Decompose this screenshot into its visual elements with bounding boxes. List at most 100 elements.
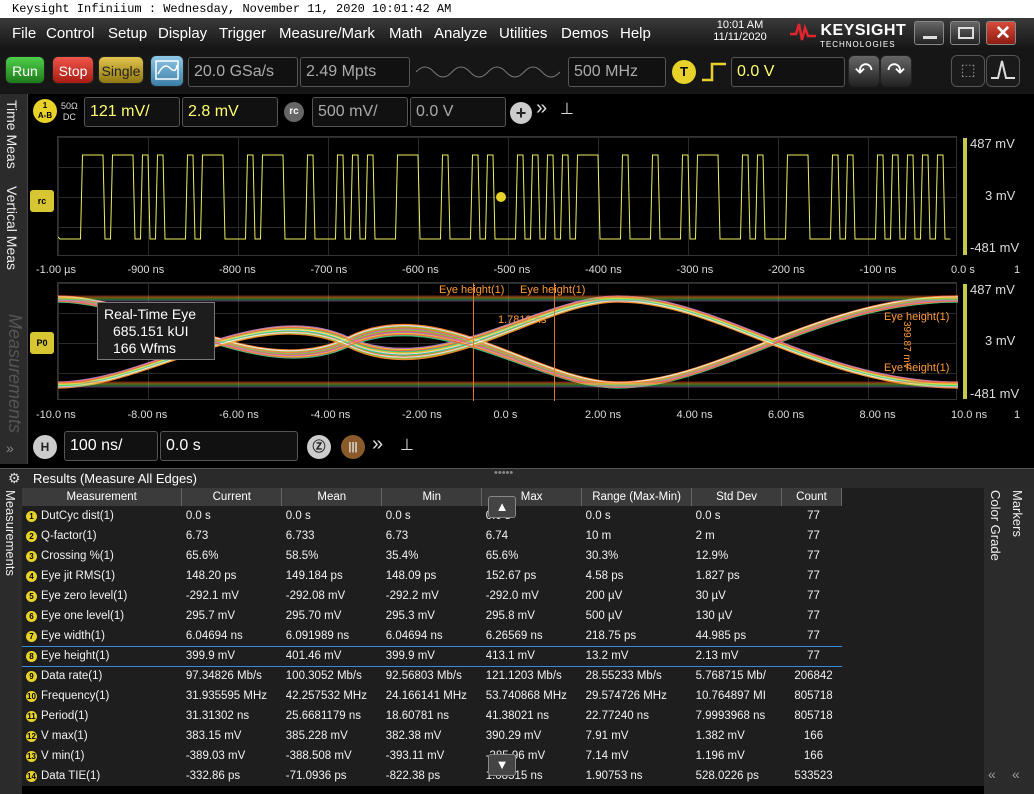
navigate-button[interactable]: |||	[341, 435, 365, 459]
run-button[interactable]: Run	[5, 56, 45, 84]
measurement-name-cell: 11 Period(1)	[22, 706, 182, 726]
single-button[interactable]: Single	[98, 56, 144, 84]
pin-icon[interactable]: ⊥	[560, 99, 574, 119]
undo-button[interactable]: ↶	[848, 55, 880, 87]
zoom-select-button[interactable]: ⬚	[951, 55, 985, 87]
column-header[interactable]: Count	[781, 488, 842, 506]
measurement-value-cell: 1.382 mV	[695, 730, 745, 742]
table-row[interactable]: 6 Eye one level(1) 295.7 mV 295.70 mV 295.3 …	[22, 606, 842, 626]
tab-measurements[interactable]: Measurements	[3, 490, 18, 576]
column-header[interactable]: Std Dev	[691, 488, 783, 506]
measurement-value-cell: 65.6%	[485, 550, 519, 562]
menu-trigger[interactable]: Trigger	[219, 25, 266, 42]
column-header[interactable]: Measurement	[22, 488, 183, 506]
menu-utilities[interactable]: Utilities	[499, 25, 547, 42]
touch-mode-button[interactable]	[986, 55, 1020, 87]
menu-display[interactable]: Display	[158, 25, 207, 42]
expand-horizontal-icon[interactable]: »	[372, 433, 383, 456]
zoom-icon: Ⓩ	[312, 439, 326, 454]
collapse-left-icon[interactable]: «	[988, 766, 996, 782]
measurement-value-cell: 7.14 mV	[585, 750, 629, 762]
rising-edge-icon[interactable]	[700, 60, 728, 84]
menu-help[interactable]: Help	[620, 25, 651, 42]
tab-measurements-watermark[interactable]: Measurements	[4, 314, 25, 433]
rc-scale-field[interactable]: 500 mV/	[312, 97, 408, 127]
column-header[interactable]: Mean	[281, 488, 383, 506]
expand-left-icon[interactable]: »	[6, 440, 14, 456]
column-header[interactable]: Range (Max-Min)	[581, 488, 693, 506]
tab-markers[interactable]: Markers	[1010, 490, 1025, 537]
menu-demos[interactable]: Demos	[561, 25, 609, 42]
rc-badge[interactable]: rc	[284, 102, 304, 122]
upper-channel-marker[interactable]: rc	[30, 190, 54, 212]
drag-handle-icon[interactable]: •••••	[494, 467, 513, 479]
results-gear-icon[interactable]: ⚙	[8, 470, 21, 487]
autoscale-button[interactable]	[150, 55, 184, 87]
measurement-name: Period(1)	[41, 710, 89, 722]
add-channel-button[interactable]: +	[510, 102, 532, 124]
table-row[interactable]: 10 Frequency(1) 31.935595 MHz 42.257532 MHz…	[22, 686, 842, 706]
eye-x-label: -4.00 ns	[310, 409, 351, 421]
table-row[interactable]: 13 V min(1) -389.03 mV -388.508 mV -393.11 m…	[22, 746, 842, 766]
menu-file[interactable]: File	[12, 25, 36, 42]
tab-time-meas[interactable]: Time Meas	[4, 100, 20, 169]
tab-color-grade[interactable]: Color Grade	[988, 490, 1003, 561]
channel-coupling[interactable]: 50Ω DC	[61, 101, 78, 123]
rc-offset-field[interactable]: 0.0 V	[410, 97, 506, 127]
measurement-value-cell: 65.6%	[185, 550, 219, 562]
trigger-badge[interactable]: T	[672, 60, 696, 84]
zoom-button[interactable]: Ⓩ	[307, 435, 331, 459]
expand-more-icon[interactable]: »	[536, 97, 547, 120]
bandwidth-field[interactable]: 500 MHz	[568, 57, 666, 87]
measurement-value-cell: 148.09 ps	[385, 570, 437, 582]
scroll-up-button[interactable]: ▲	[488, 496, 516, 518]
menu-analyze[interactable]: Analyze	[434, 25, 487, 42]
measurement-name-cell: 3 Crossing %(1)	[22, 546, 182, 566]
horizontal-scale-field[interactable]: 100 ns/	[64, 431, 158, 461]
horizontal-position-field[interactable]: 0.0 s	[160, 431, 298, 461]
pin-horizontal-icon[interactable]: ⊥	[400, 435, 414, 455]
chevron-down-icon: ▼	[495, 757, 509, 772]
measurement-value-cell: 77	[807, 610, 820, 622]
waveform-plot[interactable]	[57, 136, 957, 256]
sample-rate-field[interactable]: 20.0 GSa/s	[188, 57, 298, 87]
measurement-value-cell: 29.574726 MHz	[585, 690, 667, 702]
table-row[interactable]: 11 Period(1) 31.31302 ns 25.6681179 ns 18.60…	[22, 706, 842, 726]
column-header[interactable]: Current	[181, 488, 283, 506]
table-row[interactable]: 14 Data TIE(1) -332.86 ps -71.0936 ps -822.3…	[22, 766, 842, 786]
menu-control[interactable]: Control	[46, 25, 94, 42]
maximize-button[interactable]	[950, 21, 980, 45]
menu-setup[interactable]: Setup	[108, 25, 147, 42]
scroll-down-button[interactable]: ▼	[488, 754, 516, 776]
redo-button[interactable]: ↷	[880, 55, 912, 87]
channel-offset-field[interactable]: 2.8 mV	[182, 97, 278, 127]
table-row[interactable]: 8 Eye height(1) 399.9 mV 401.46 mV 399.9 mV 4…	[22, 645, 842, 667]
table-row[interactable]: 9 Data rate(1) 97.34826 Mb/s 100.3052 Mb/s 9…	[22, 666, 842, 686]
memory-depth-field[interactable]: 2.49 Mpts	[300, 57, 410, 87]
measurement-value-cell: 399.9 mV	[381, 645, 482, 667]
column-header[interactable]: Min	[381, 488, 483, 506]
measurement-value-cell: 0.0 s	[695, 510, 721, 522]
minimize-button[interactable]	[914, 21, 944, 45]
menu-measure-mark[interactable]: Measure/Mark	[279, 25, 375, 42]
table-row[interactable]: 1 DutCyc dist(1) 0.0 s 0.0 s 0.0 s 0.0 s 0.0 s…	[22, 506, 842, 526]
collapse-right-icon[interactable]: «	[1012, 766, 1020, 782]
measurement-value-cell: 7.9993968 ns	[695, 710, 766, 722]
close-button[interactable]: ✕	[986, 21, 1016, 45]
stop-button[interactable]: Stop	[52, 56, 94, 84]
measurement-value-cell: 18.60781 ns	[385, 710, 450, 722]
table-row[interactable]: 5 Eye zero level(1) -292.1 mV -292.08 mV -29…	[22, 586, 842, 606]
channel-1-badge[interactable]: 1 A-B	[33, 99, 57, 123]
table-row[interactable]: 12 V max(1) 383.15 mV 385.228 mV 382.38 mV 39…	[22, 726, 842, 746]
table-row[interactable]: 2 Q-factor(1) 6.73 6.733 6.73 6.74 10 m 2 m 77	[22, 526, 842, 546]
table-row[interactable]: 7 Eye width(1) 6.04694 ns 6.091989 ns 6.0469…	[22, 626, 842, 646]
trigger-level-field[interactable]: 0.0 V	[731, 57, 845, 87]
channel-scale-field[interactable]: 121 mV/	[84, 97, 180, 127]
eye-channel-marker[interactable]: P0	[30, 332, 54, 354]
real-time-eye-box[interactable]: Real-Time Eye 685.151 kUI 166 Wfms	[97, 302, 215, 360]
table-row[interactable]: 4 Eye jit RMS(1) 148.20 ps 149.184 ps 148.09…	[22, 566, 842, 586]
horizontal-badge[interactable]: H	[33, 435, 57, 459]
tab-vertical-meas[interactable]: Vertical Meas	[4, 186, 20, 270]
menu-math[interactable]: Math	[389, 25, 422, 42]
table-row[interactable]: 3 Crossing %(1) 65.6% 58.5% 35.4% 65.6% 30.3% 1…	[22, 546, 842, 566]
